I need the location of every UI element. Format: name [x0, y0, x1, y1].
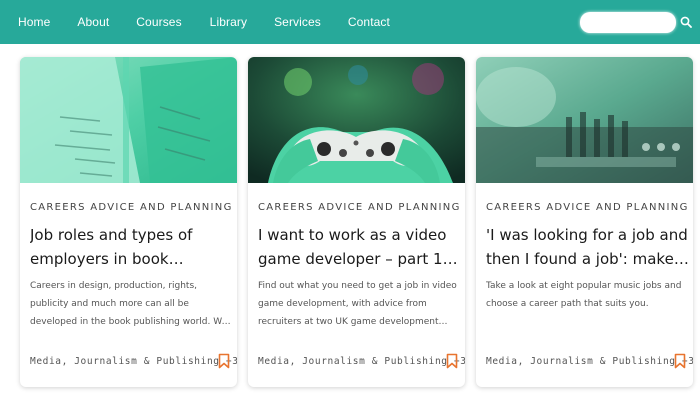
card-title[interactable]: I want to work as a video game developer… — [258, 223, 462, 271]
bookmark-button[interactable] — [674, 353, 686, 369]
card-tags[interactable]: Media, Journalism & Publishing +3 — [30, 356, 237, 367]
search-button[interactable] — [678, 13, 694, 31]
nav-link-courses[interactable]: Courses — [136, 0, 181, 44]
bookmark-button[interactable] — [446, 353, 458, 369]
bookmark-icon — [218, 353, 230, 369]
nav-links: Home About Courses Library Services Cont… — [0, 0, 390, 44]
article-card-video-game[interactable]: CAREERS ADVICE AND PLANNING I want to wo… — [248, 57, 465, 387]
card-category: CAREERS ADVICE AND PLANNING — [258, 202, 461, 213]
nav-link-contact[interactable]: Contact — [348, 0, 390, 44]
article-card-music-jobs[interactable]: CAREERS ADVICE AND PLANNING 'I was looki… — [476, 57, 693, 387]
card-image-game-controller — [248, 57, 465, 183]
card-description: Find out what you need to get a job in v… — [258, 281, 457, 327]
search-icon — [680, 16, 692, 28]
card-title[interactable]: 'I was looking for a job and then I foun… — [486, 223, 690, 271]
card-tags[interactable]: Media, Journalism & Publishing +3 — [258, 356, 465, 367]
top-navbar: Home About Courses Library Services Cont… — [0, 0, 700, 44]
card-image-music-equipment — [476, 57, 693, 183]
search-input[interactable] — [580, 12, 676, 33]
nav-link-library[interactable]: Library — [210, 0, 247, 44]
bookmark-icon — [674, 353, 686, 369]
card-title[interactable]: Job roles and types of employers in book… — [30, 223, 234, 271]
card-category: CAREERS ADVICE AND PLANNING — [486, 202, 689, 213]
article-card-book-publishing[interactable]: CAREERS ADVICE AND PLANNING Job roles an… — [20, 57, 237, 387]
card-description: Careers in design, production, rights, p… — [30, 281, 228, 327]
card-tags[interactable]: Media, Journalism & Publishing +3 — [486, 356, 693, 367]
bookmark-icon — [446, 353, 458, 369]
card-category: CAREERS ADVICE AND PLANNING — [30, 202, 233, 213]
nav-link-services[interactable]: Services — [274, 0, 321, 44]
card-image-book-pages — [20, 57, 237, 183]
nav-link-home[interactable]: Home — [18, 0, 50, 44]
card-description: Take a look at eight popular music jobs … — [486, 281, 682, 309]
bookmark-button[interactable] — [218, 353, 230, 369]
nav-link-about[interactable]: About — [77, 0, 109, 44]
